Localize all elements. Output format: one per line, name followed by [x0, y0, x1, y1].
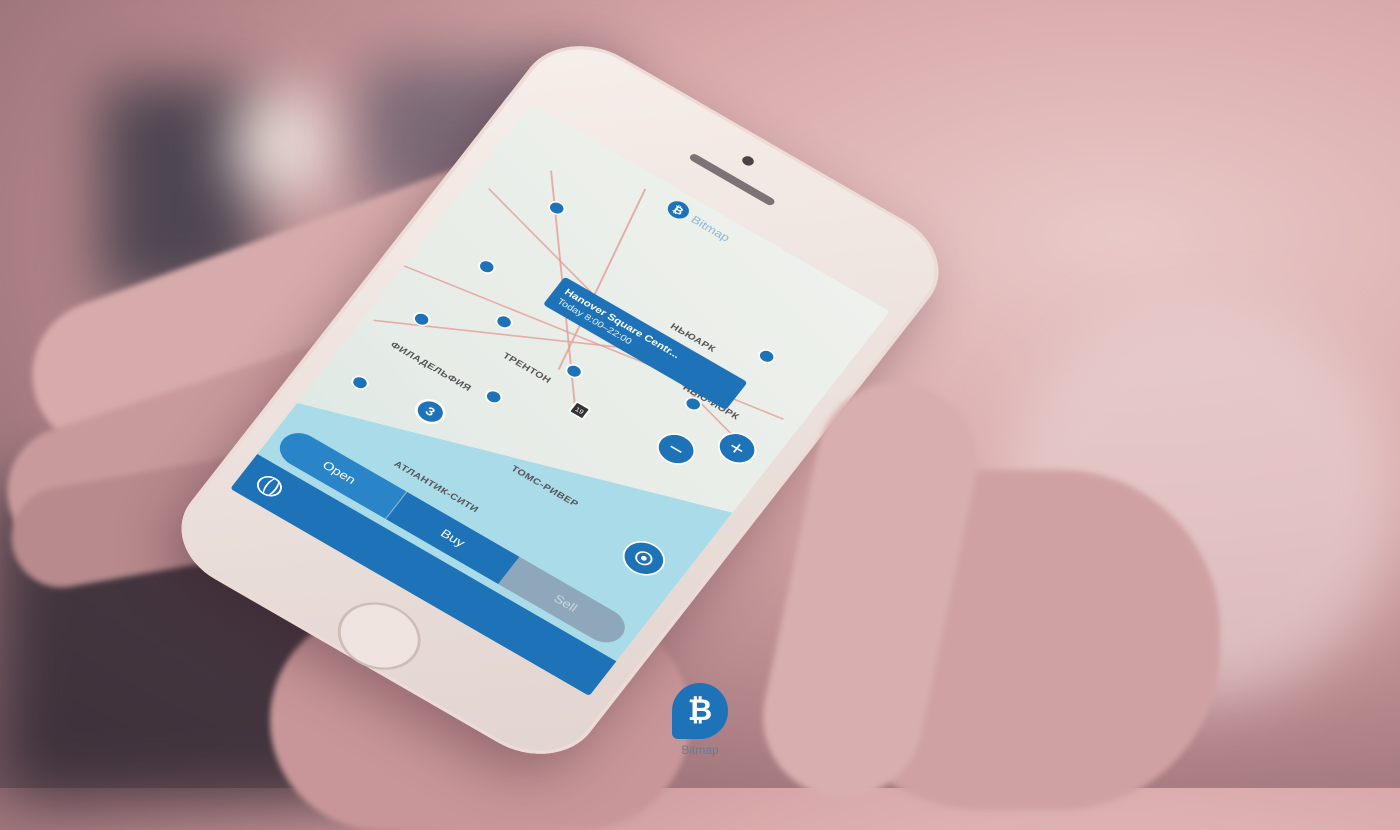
zoom-out-button[interactable]: −	[649, 427, 703, 472]
map-label: ТРЕНТОН	[500, 351, 553, 386]
app-logo: ₿ Bitmap	[663, 197, 734, 246]
map-badge-marker[interactable]: 19	[567, 400, 592, 421]
atm-map-pin-selected[interactable]	[562, 361, 586, 382]
watermark-text: Bitmap	[681, 743, 719, 757]
front-camera	[740, 154, 756, 168]
atm-map-pin[interactable]	[481, 386, 506, 407]
watermark-logo: ₿ Bitmap	[670, 683, 730, 757]
atm-map-pin[interactable]	[544, 198, 569, 218]
app-logo-text: Bitmap	[688, 213, 733, 244]
zoom-in-button[interactable]: +	[710, 426, 764, 471]
globe-icon[interactable]	[252, 471, 287, 501]
target-icon	[635, 551, 653, 566]
background-light-glow	[230, 90, 340, 200]
atm-map-pin[interactable]	[754, 346, 779, 367]
bitcoin-icon: ₿	[672, 683, 728, 739]
earpiece-speaker	[688, 152, 777, 207]
atm-map-pin[interactable]	[474, 256, 499, 277]
map-label: ФИЛАДЕЛЬФИЯ	[388, 340, 474, 394]
atm-map-pin[interactable]	[348, 372, 372, 393]
map-label: ТОМС-РИВЕР	[509, 463, 581, 510]
bitcoin-icon: ₿	[663, 197, 693, 222]
locate-me-button[interactable]	[614, 534, 673, 583]
atm-map-pin[interactable]	[492, 311, 516, 332]
map-cluster-marker[interactable]: 3	[409, 393, 452, 430]
